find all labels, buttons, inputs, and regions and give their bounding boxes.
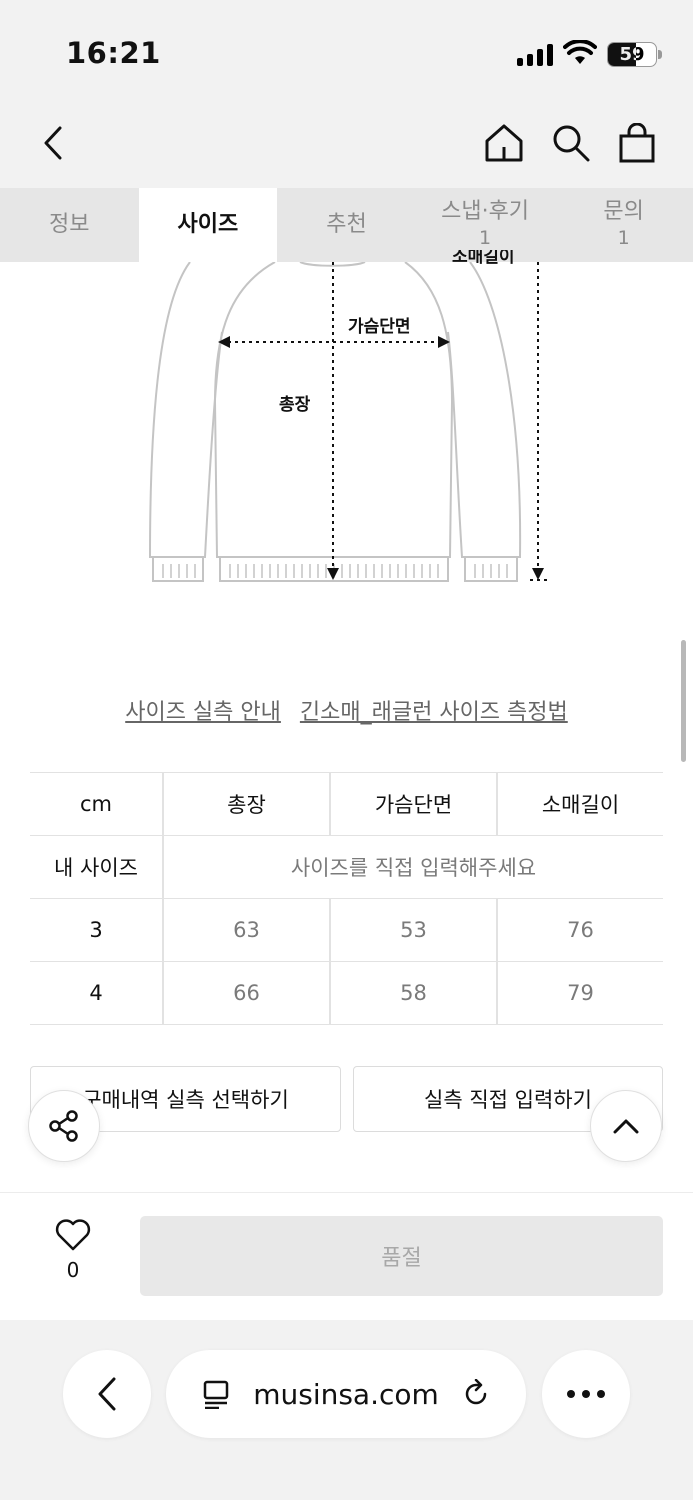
size-table: cm 총장 가슴단면 소매길이 내 사이즈 사이즈를 직접 입력해주세요 3 6…: [30, 772, 663, 1025]
like-count: 0: [66, 1258, 80, 1282]
cellular-signal-icon: [517, 44, 553, 66]
length-label: 총장: [279, 395, 311, 415]
table-header-row: cm 총장 가슴단면 소매길이: [30, 772, 663, 836]
tab-inquiry[interactable]: 문의 1: [554, 188, 693, 262]
status-bar: 16:21 59: [0, 0, 693, 100]
battery-level: 59: [619, 44, 645, 65]
chevron-left-icon: [98, 1377, 116, 1411]
url-text: musinsa.com: [253, 1377, 439, 1411]
header-cell: 가슴단면: [329, 772, 497, 836]
wifi-icon: [563, 40, 597, 64]
value-cell: 58: [329, 961, 497, 1025]
my-size-input[interactable]: 사이즈를 직접 입력해주세요: [163, 835, 663, 899]
actual-size-guide-link[interactable]: 사이즈 실측 안내: [125, 700, 281, 725]
chevron-up-icon: [613, 1119, 639, 1134]
shopping-bag-icon: [619, 123, 655, 163]
value-cell: 76: [496, 898, 663, 962]
heart-icon: [55, 1219, 91, 1251]
address-bar[interactable]: musinsa.com: [166, 1350, 526, 1438]
value-cell: 79: [496, 961, 663, 1025]
scroll-top-button[interactable]: [590, 1090, 662, 1162]
sleeve-label: 소매길이: [452, 250, 515, 267]
header-cell: 소매길이: [496, 772, 663, 836]
size-guide-links: 사이즈 실측 안내 긴소매_래글런 사이즈 측정법: [0, 694, 693, 726]
search-button[interactable]: [546, 118, 596, 168]
browser-back-button[interactable]: [63, 1350, 151, 1438]
home-icon: [485, 124, 523, 162]
sweater-illustration: [148, 262, 550, 582]
tab-recommend[interactable]: 추천: [277, 188, 416, 262]
more-dots-icon: [567, 1390, 605, 1398]
back-button[interactable]: [28, 118, 78, 168]
tab-bar: 정보 사이즈 추천 스냅·후기 1 문의 1: [0, 188, 693, 262]
like-button[interactable]: 0: [48, 1218, 98, 1282]
table-row: 3 63 53 76: [30, 898, 663, 962]
tab-count: 1: [479, 227, 492, 249]
sold-out-button[interactable]: 품절: [140, 1216, 663, 1296]
tab-count: 1: [617, 227, 630, 249]
page-menu-icon[interactable]: [201, 1379, 231, 1409]
cart-button[interactable]: [612, 118, 662, 168]
header-cell: 총장: [163, 772, 330, 836]
status-time: 16:21: [66, 36, 161, 70]
share-button[interactable]: [28, 1090, 100, 1162]
value-cell: 63: [163, 898, 330, 962]
search-icon: [553, 125, 590, 162]
home-button[interactable]: [479, 118, 529, 168]
nav-bar: [0, 100, 693, 188]
my-size-label: 내 사이즈: [30, 835, 164, 899]
size-cell: 3: [30, 898, 164, 962]
chest-label: 가슴단면: [348, 317, 411, 337]
chevron-left-icon: [44, 126, 62, 160]
divider: [0, 1192, 693, 1193]
my-size-row: 내 사이즈 사이즈를 직접 입력해주세요: [30, 835, 663, 899]
reload-icon[interactable]: [461, 1379, 491, 1409]
battery-icon: 59: [607, 42, 657, 67]
more-options-button[interactable]: [542, 1350, 630, 1438]
share-icon: [49, 1110, 78, 1142]
browser-toolbar: musinsa.com: [0, 1320, 693, 1500]
value-cell: 53: [329, 898, 497, 962]
table-row: 4 66 58 79: [30, 961, 663, 1025]
size-cell: 4: [30, 961, 164, 1025]
tab-info[interactable]: 정보: [0, 188, 139, 262]
value-cell: 66: [163, 961, 330, 1025]
measure-method-link[interactable]: 긴소매_래글런 사이즈 측정법: [300, 700, 568, 725]
tab-size[interactable]: 사이즈: [138, 188, 278, 262]
size-diagram: 가슴단면 총장 소매길이: [0, 250, 693, 602]
header-cell: cm: [30, 772, 164, 836]
